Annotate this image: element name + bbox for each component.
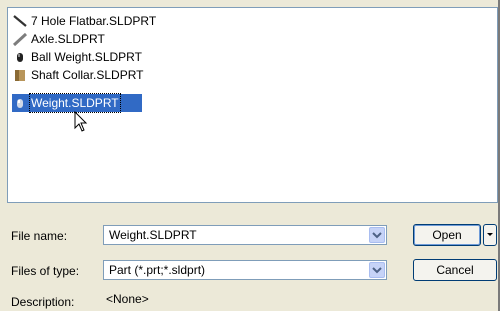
file-name-label: 7 Hole Flatbar.SLDPRT [31, 14, 157, 28]
file-name-combo[interactable]: Weight.SLDPRT [103, 225, 387, 245]
chevron-down-icon[interactable] [369, 262, 385, 278]
list-item-7-hole-flatbar[interactable]: 7 Hole Flatbar.SLDPRT [12, 12, 157, 30]
list-item-axle[interactable]: Axle.SLDPRT [12, 30, 106, 48]
flatbar-part-icon [12, 13, 28, 29]
open-button[interactable]: Open [413, 224, 481, 246]
chevron-down-icon[interactable] [369, 227, 385, 243]
weight-part-icon [12, 95, 28, 111]
description-label: Description: [11, 295, 75, 309]
files-of-type-combo[interactable]: Part (*.prt;*.sldprt) [103, 260, 387, 280]
list-item-weight[interactable]: Weight.SLDPRT [12, 93, 142, 113]
list-item-ball-weight[interactable]: Ball Weight.SLDPRT [12, 48, 143, 66]
file-name-value: Weight.SLDPRT [109, 228, 197, 242]
files-of-type-label: Files of type: [11, 264, 80, 278]
open-options-dropdown[interactable] [483, 224, 497, 246]
file-list[interactable]: 7 Hole Flatbar.SLDPRT Axle.SLDPRT Ball W… [7, 7, 498, 203]
open-file-dialog: 7 Hole Flatbar.SLDPRT Axle.SLDPRT Ball W… [0, 0, 500, 311]
description-value: <None> [106, 292, 149, 306]
file-name-label: File name: [11, 229, 68, 243]
window-edge [498, 0, 500, 311]
file-name-label: Ball Weight.SLDPRT [31, 50, 142, 64]
ball-weight-part-icon [12, 49, 28, 65]
axle-part-icon [12, 31, 28, 47]
mouse-cursor-icon [74, 110, 88, 136]
files-of-type-value: Part (*.prt;*.sldprt) [109, 263, 206, 277]
file-name-label: Shaft Collar.SLDPRT [31, 68, 144, 82]
dropdown-arrow-icon [487, 233, 493, 236]
cancel-button[interactable]: Cancel [413, 259, 497, 281]
file-name-label: Weight.SLDPRT [29, 93, 121, 113]
list-item-shaft-collar[interactable]: Shaft Collar.SLDPRT [12, 66, 145, 84]
shaft-collar-part-icon [12, 67, 28, 83]
file-name-label: Axle.SLDPRT [31, 32, 105, 46]
